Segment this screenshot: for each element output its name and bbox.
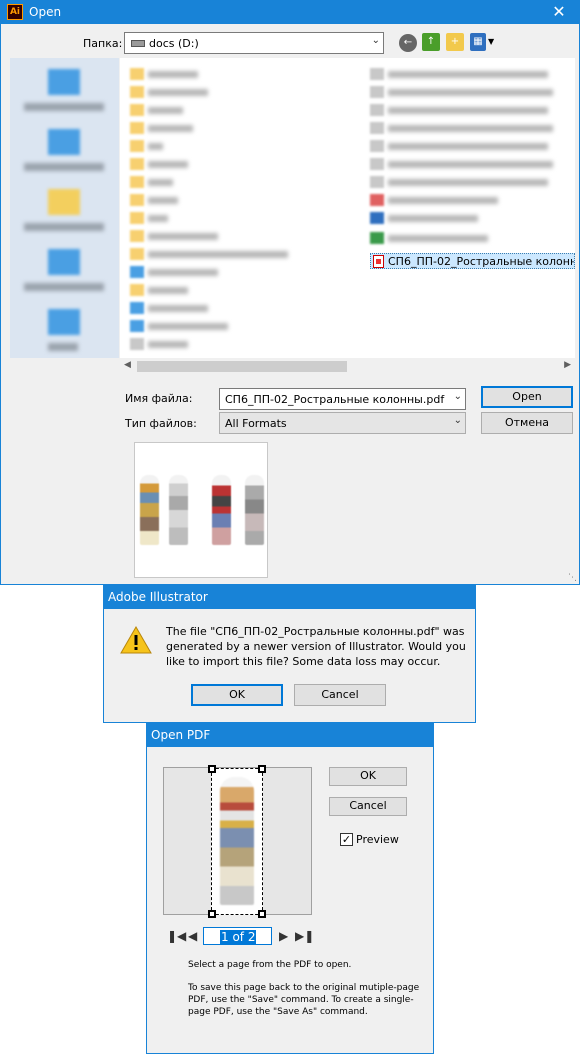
scroll-left-icon[interactable]: ◀ [124,360,131,370]
crop-handle[interactable] [258,765,266,773]
list-item[interactable] [130,266,330,278]
illustrator-app-icon: Ai [7,4,23,20]
list-item[interactable] [370,68,570,80]
column-image [140,475,159,545]
cancel-button[interactable]: Отмена [481,412,573,434]
list-item[interactable] [130,194,330,206]
filename-label: Имя файла: [125,392,193,405]
view-menu-icon[interactable]: ▦ [470,33,486,51]
resize-grip-icon[interactable]: ⋱ [568,573,577,583]
column-image [245,475,264,545]
file-list[interactable]: СП6_ПП-02_Ростральные колонны.pdf [120,58,575,358]
filename-value: СП6_ПП-02_Ростральные колонны.pdf [225,393,445,406]
save-note-text: To save this page back to the original m… [188,983,420,1017]
list-item[interactable] [370,122,570,134]
list-item[interactable] [130,86,330,98]
places-sidebar [10,58,119,358]
filename-field[interactable]: СП6_ПП-02_Ростральные колонны.pdf ⌄ [219,388,466,410]
up-folder-icon[interactable]: ↑ [422,33,440,51]
column-image [169,475,188,545]
place-item[interactable] [10,183,119,243]
next-page-icon[interactable]: ▶ [279,929,288,943]
file-list-scrollbar[interactable]: ◀ ▶ [120,358,575,375]
selected-file-name: СП6_ПП-02_Ростральные колонны.pdf [388,255,574,268]
chevron-down-icon: ⌄ [453,415,462,426]
open-button[interactable]: Open [481,386,573,408]
place-item[interactable] [10,243,119,303]
list-item[interactable] [370,158,570,170]
selected-file-item[interactable]: СП6_ПП-02_Ростральные колонны.pdf [370,253,575,269]
look-in-label: Папка: [83,37,123,50]
list-item[interactable] [130,68,330,80]
alert-title: Adobe Illustrator [108,590,208,604]
alert-dialog: Adobe Illustrator The file "СП6_ПП-02_Ро… [103,585,476,723]
list-item[interactable] [370,212,570,224]
crop-handle[interactable] [208,910,216,918]
crop-handle[interactable] [208,765,216,773]
crop-handle[interactable] [258,910,266,918]
page-number-field[interactable]: 1 of 2 [203,927,272,945]
list-item[interactable] [130,176,330,188]
page-thumbnail [208,765,266,918]
list-item[interactable] [130,284,330,296]
filetype-label: Тип файлов: [125,417,197,430]
close-icon[interactable]: ✕ [539,1,579,24]
back-icon[interactable]: ← [399,34,417,52]
open-pdf-title: Open PDF [151,728,211,742]
preview-checkbox[interactable]: ✓ [340,833,353,846]
list-item[interactable] [130,140,330,152]
list-item[interactable] [130,302,330,314]
new-folder-icon[interactable]: + [446,33,464,51]
list-item[interactable] [130,104,330,116]
file-preview-thumbnail [134,442,268,578]
first-page-icon[interactable]: ❚◀ [167,929,186,943]
warning-icon [120,626,152,654]
prev-page-icon[interactable]: ◀ [188,929,197,943]
scrollbar-thumb[interactable] [137,361,347,372]
list-item[interactable] [370,104,570,116]
list-item[interactable] [370,140,570,152]
cancel-button[interactable]: Cancel [294,684,386,706]
column-image [212,475,231,545]
filetype-value: All Formats [225,417,287,430]
last-page-icon[interactable]: ▶❚ [295,929,314,943]
chevron-down-icon: ⌄ [371,35,380,46]
place-item[interactable] [10,123,119,183]
place-item[interactable] [10,63,119,123]
alert-message: The file "СП6_ПП-02_Ростральные колонны.… [166,625,466,668]
list-item[interactable] [370,232,570,244]
list-item[interactable] [370,86,570,98]
preview-label: Preview [356,833,399,846]
pdf-file-icon [373,255,384,268]
list-item[interactable] [130,122,330,134]
list-item[interactable] [130,338,330,350]
open-pdf-dialog: Open PDF OK Cancel ✓ Preview ❚◀ ◀ 1 of 2… [146,723,434,1054]
place-item[interactable] [10,303,119,363]
list-item[interactable] [130,230,330,242]
instruction-text: Select a page from the PDF to open. [188,960,352,970]
list-item[interactable] [370,176,570,188]
list-item[interactable] [130,158,330,170]
scroll-right-icon[interactable]: ▶ [564,360,571,370]
drive-icon [131,40,145,47]
list-item[interactable] [130,248,330,260]
open-dialog: Ai Open ✕ Папка: docs (D:) ⌄ ← ↑ + ▦ ▼ С… [0,0,580,585]
look-in-combo[interactable]: docs (D:) ⌄ [124,32,384,54]
chevron-down-icon[interactable]: ⌄ [454,391,462,402]
pdf-page-preview [163,765,312,918]
view-menu-arrow-icon[interactable]: ▼ [488,37,494,46]
open-dialog-title: Open [29,5,62,19]
list-item[interactable] [130,320,330,332]
column-image [220,777,254,905]
filetype-select[interactable]: All Formats ⌄ [219,412,466,434]
alert-titlebar[interactable]: Adobe Illustrator [104,586,475,609]
open-dialog-titlebar[interactable]: Ai Open ✕ [1,1,579,24]
open-pdf-titlebar[interactable]: Open PDF [147,724,433,747]
ok-button[interactable]: OK [329,767,407,786]
look-in-value: docs (D:) [149,37,199,50]
ok-button[interactable]: OK [191,684,283,706]
list-item[interactable] [130,212,330,224]
cancel-button[interactable]: Cancel [329,797,407,816]
list-item[interactable] [370,194,570,206]
